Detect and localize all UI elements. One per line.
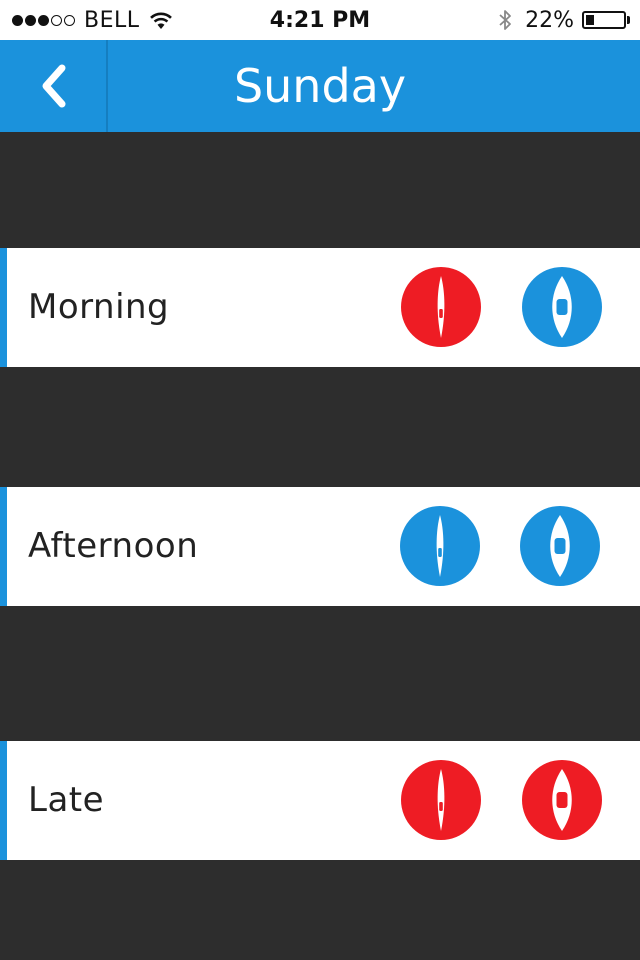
kayak-button[interactable] (401, 267, 481, 347)
row-accent (0, 487, 7, 606)
row-label: Morning (28, 287, 170, 327)
battery-icon (582, 11, 626, 29)
carrier-name: BELL (84, 7, 140, 33)
row-label: Late (28, 780, 105, 820)
signal-dot (12, 14, 23, 26)
canoe-icon (552, 769, 572, 831)
kayak-icon (437, 769, 445, 831)
canoe-icon (550, 515, 570, 577)
list-item-afternoon[interactable]: Afternoon (0, 487, 640, 606)
kayak-button[interactable] (401, 760, 481, 840)
row-accent (0, 741, 7, 860)
battery-tip (627, 16, 630, 24)
signal-dot (38, 14, 49, 26)
canoe-button[interactable] (522, 267, 602, 347)
list-item-morning[interactable]: Morning (0, 248, 640, 367)
kayak-icon (436, 515, 444, 577)
kayak-button[interactable] (400, 506, 480, 586)
status-right: 22% (497, 0, 630, 40)
signal-dot (51, 14, 62, 26)
nav-bar: Sunday (0, 40, 640, 132)
row-label: Afternoon (28, 526, 199, 566)
row-accent (0, 248, 7, 367)
canoe-button[interactable] (520, 506, 600, 586)
battery-percent: 22% (525, 7, 574, 33)
bluetooth-icon (499, 10, 511, 30)
back-button[interactable] (0, 40, 108, 132)
status-bar: BELL 4:21 PM 22% (0, 0, 640, 40)
battery-level (586, 15, 594, 25)
wifi-icon (149, 12, 172, 29)
signal-dot (25, 14, 36, 26)
signal-dot (64, 14, 75, 26)
kayak-icon (437, 276, 445, 338)
chevron-left-icon (42, 64, 66, 108)
canoe-button[interactable] (522, 760, 602, 840)
status-left: BELL (12, 0, 174, 40)
signal-strength-icon (12, 14, 77, 26)
list-item-late[interactable]: Late (0, 741, 640, 860)
canoe-icon (552, 276, 572, 338)
